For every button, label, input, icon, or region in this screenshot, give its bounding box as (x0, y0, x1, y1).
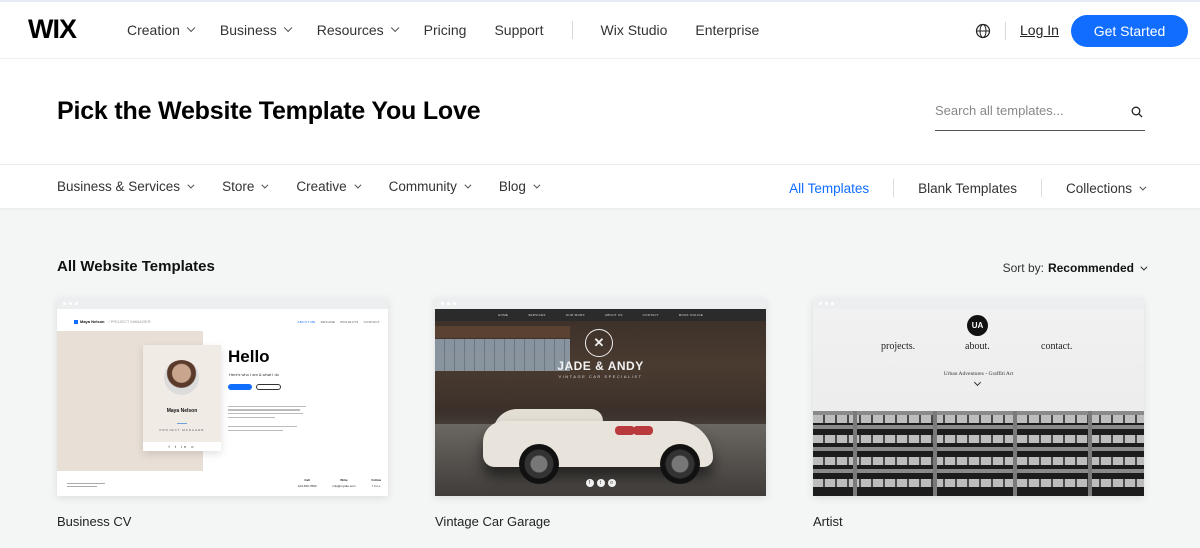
category-store[interactable]: Store (222, 179, 269, 194)
chevron-down-icon (186, 23, 196, 33)
preview-person-name: Maya Nelson (166, 408, 198, 414)
category-business-services[interactable]: Business & Services (57, 179, 195, 194)
nav-label: Creation (127, 22, 180, 38)
preview-resume-button (228, 384, 252, 390)
search-input[interactable] (935, 103, 1115, 118)
template-name[interactable]: Vintage Car Garage (435, 514, 550, 529)
nav-divider (571, 21, 573, 39)
sort-value: Recommended (1047, 261, 1134, 275)
hero-section: Pick the Website Template You Love (0, 58, 1200, 164)
globe-icon[interactable] (975, 23, 991, 39)
chevron-down-icon (390, 23, 400, 33)
chevron-down-icon (533, 181, 541, 189)
preview-footer: Call 123-456-7890 Write info@mysite.com Fo… (57, 471, 388, 496)
wix-logo[interactable]: WIX (28, 14, 77, 45)
sort-dropdown[interactable]: Sort by: Recommended (1002, 261, 1148, 275)
chevron-down-icon (354, 181, 362, 189)
nav-pricing[interactable]: Pricing (424, 22, 467, 38)
chevron-down-icon (464, 181, 472, 189)
template-card-artist[interactable]: UA projects. about. contact. Urban Adven… (813, 298, 1144, 496)
preview-nav: HOME SERVICES OUR WORK ABOUT US CONTACT BOOK … (435, 309, 766, 321)
filter-collections[interactable]: Collections (1065, 180, 1147, 196)
nav-creation[interactable]: Creation (127, 22, 196, 38)
preview-social-icons: f t o (435, 479, 766, 487)
preview-brand-sub: VINTAGE CAR SPECIALIST (558, 374, 643, 379)
template-card-business-cv[interactable]: Maya Nelson / PROJECT MANAGER ABOUT ME RES… (57, 298, 388, 496)
template-card-vintage-car-garage[interactable]: HOME SERVICES OUR WORK ABOUT US CONTACT BOOK … (435, 298, 766, 496)
nav-label: Resources (316, 22, 384, 38)
search-icon[interactable] (1131, 106, 1143, 118)
template-preview: UA projects. about. contact. Urban Adven… (813, 309, 1144, 496)
category-label: Community (388, 179, 457, 194)
preview-brand: Maya Nelson / PROJECT MANAGER (74, 319, 151, 324)
preview-projects-button (256, 384, 281, 390)
building-image (813, 411, 1144, 496)
category-community[interactable]: Community (388, 179, 472, 194)
category-label: Creative (296, 179, 347, 194)
template-name[interactable]: Business CV (57, 514, 131, 529)
main-nav: Creation Business Resources Pricing Supp… (127, 21, 787, 39)
browser-chrome (57, 298, 388, 309)
nav-business[interactable]: Business (219, 22, 293, 38)
section-title: All Website Templates (57, 258, 215, 275)
chevron-down-icon (283, 23, 293, 33)
browser-chrome (435, 298, 766, 309)
wrench-logo-icon: ✕ (585, 329, 613, 357)
filter-divider (893, 179, 895, 197)
preview-nav: ABOUT ME RESUME PROJECTS CONTACT (297, 320, 380, 324)
category-label: Business & Services (57, 179, 181, 194)
search-box (935, 97, 1145, 131)
nav-wix-studio[interactable]: Wix Studio (601, 22, 668, 38)
category-label: Blog (498, 179, 526, 194)
filter-label: Collections (1065, 180, 1132, 196)
preview-brand: JADE & ANDY (557, 359, 644, 373)
preview-profile-card: Maya Nelson PROJECT MANAGER f t in o (143, 345, 221, 451)
header-divider (1005, 22, 1006, 40)
filter-all-templates[interactable]: All Templates (789, 181, 869, 196)
template-preview: HOME SERVICES OUR WORK ABOUT US CONTACT BOOK … (435, 309, 766, 496)
sort-label: Sort by: (1002, 261, 1044, 275)
template-preview: Maya Nelson / PROJECT MANAGER ABOUT ME RES… (57, 309, 388, 496)
chevron-down-icon (187, 181, 195, 189)
avatar (164, 360, 199, 395)
category-creative[interactable]: Creative (296, 179, 362, 194)
nav-support[interactable]: Support (494, 22, 543, 38)
nav-label: Business (219, 22, 277, 38)
page-title: Pick the Website Template You Love (57, 97, 481, 125)
get-started-button[interactable]: Get Started (1071, 15, 1188, 47)
preview-paragraph (228, 403, 306, 434)
category-list: Business & Services Store Creative Commu… (57, 179, 568, 194)
category-blog[interactable]: Blog (498, 179, 541, 194)
nav-resources[interactable]: Resources (316, 22, 400, 38)
login-link[interactable]: Log In (1020, 22, 1059, 38)
preview-logo: UA (967, 315, 988, 336)
facebook-icon: f (585, 479, 594, 487)
chevron-down-icon (1140, 263, 1148, 271)
preview-tagline: Here's who I am & what I do (229, 372, 279, 377)
chevron-down-icon (1139, 183, 1147, 191)
category-bar: Business & Services Store Creative Commu… (0, 164, 1200, 208)
preview-social-icons: f t in o (143, 442, 221, 451)
filter-divider (1040, 179, 1042, 197)
top-header: WIX Creation Business Resources Pricing … (0, 0, 1200, 58)
template-name[interactable]: Artist (813, 514, 843, 529)
category-label: Store (222, 179, 255, 194)
preview-tagline: Urban Adventures - Graffiti Art (943, 371, 1014, 377)
chevron-down-icon (973, 378, 982, 387)
chevron-down-icon (261, 181, 269, 189)
preview-role: PROJECT MANAGER (159, 428, 205, 432)
twitter-icon: t (596, 479, 605, 487)
template-filters: All Templates Blank Templates Collection… (789, 179, 1147, 197)
instagram-icon: o (607, 479, 616, 487)
browser-chrome (813, 298, 1144, 309)
filter-blank-templates[interactable]: Blank Templates (918, 181, 1017, 196)
nav-enterprise[interactable]: Enterprise (695, 22, 759, 38)
preview-headline: Hello (228, 347, 270, 366)
